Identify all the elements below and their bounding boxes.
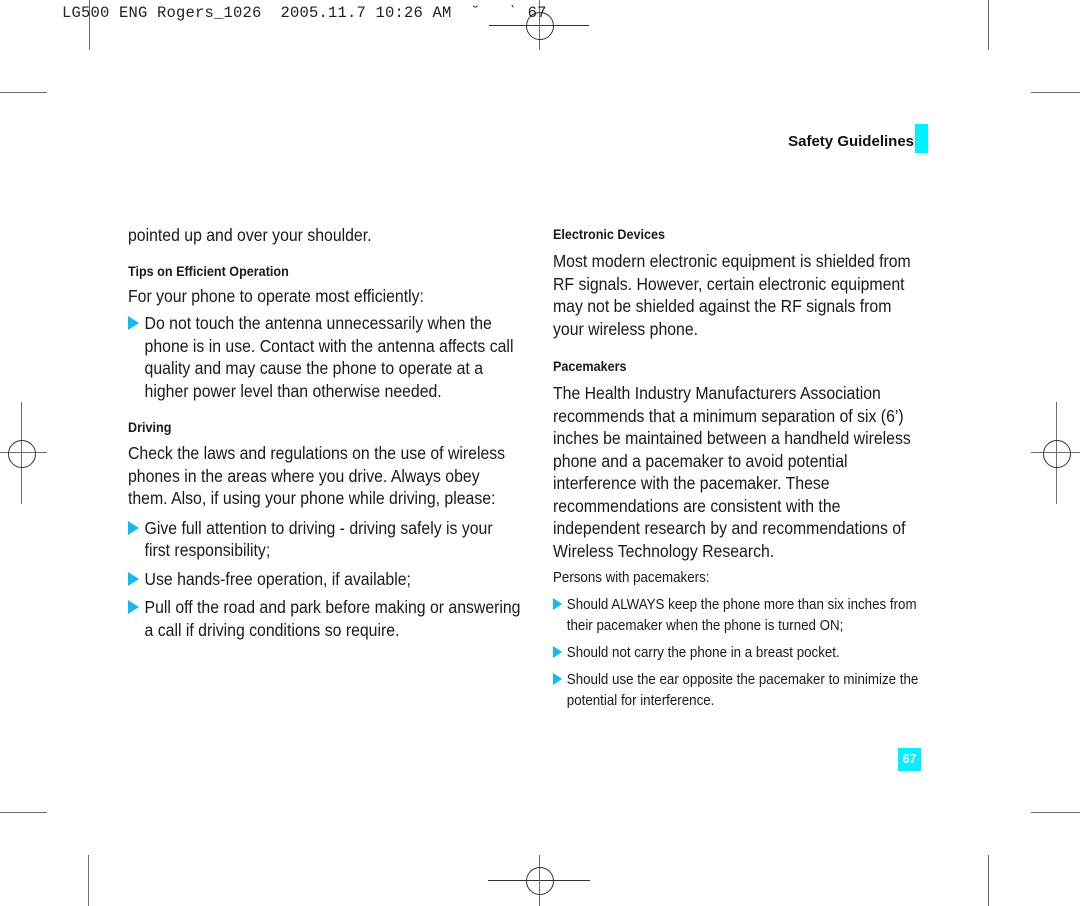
section-title: Safety Guidelines <box>788 133 914 150</box>
driving-bullet-text: Pull off the road and park before making… <box>144 597 521 640</box>
driving-bullet: Use hands-free operation, if available; <box>128 568 522 591</box>
intro-text: pointed up and over your shoulder. <box>128 225 372 245</box>
crop-mark-top-right-vertical <box>988 0 990 50</box>
pacemakers-body: The Health Industry Manufacturers Associ… <box>553 383 911 561</box>
bullet-triangle-icon <box>553 598 563 610</box>
crop-mark-bottom-left-vertical <box>88 855 90 906</box>
pacemaker-bullet: Should ALWAYS keep the phone more than s… <box>553 595 926 637</box>
right-column: Electronic Devices Most modern electroni… <box>553 226 933 712</box>
persons-with-pacemakers-label: Persons with pacemakers: <box>553 570 710 586</box>
crop-mark-bottom-right-vertical <box>988 855 990 906</box>
driving-bullet: Give full attention to driving - driving… <box>128 517 522 562</box>
print-slug: LG500 ENG Rogers_1026 2005.11.7 10:26 AM… <box>62 4 547 22</box>
registration-right-circle <box>1043 440 1071 468</box>
driving-bullet-text: Use hands-free operation, if available; <box>144 568 411 589</box>
pacemakers-heading: Pacemakers <box>553 358 627 374</box>
electronic-devices-heading: Electronic Devices <box>553 226 666 242</box>
bullet-triangle-icon <box>128 571 140 586</box>
tips-heading: Tips on Efficient Operation <box>128 262 289 279</box>
registration-bottom-circle <box>526 867 554 895</box>
bullet-triangle-icon <box>128 520 140 535</box>
page-number: 67 <box>898 748 921 771</box>
driving-heading: Driving <box>128 419 172 435</box>
pacemaker-bullet: Should not carry the phone in a breast p… <box>553 643 926 664</box>
left-column: pointed up and over your shoulder. Tips … <box>128 224 520 641</box>
bullet-triangle-icon <box>553 673 563 685</box>
crop-mark-bottom-right-horizontal <box>1031 812 1080 814</box>
pacemaker-bullet: Should use the ear opposite the pacemake… <box>553 670 926 712</box>
pacemaker-bullet-text: Should ALWAYS keep the phone more than s… <box>566 597 917 634</box>
driving-lead: Check the laws and regulations on the us… <box>128 443 506 508</box>
pacemaker-bullet-text: Should not carry the phone in a breast p… <box>566 645 840 661</box>
crop-mark-top-right-horizontal <box>1031 92 1080 94</box>
section-tab-marker <box>915 124 928 153</box>
electronic-devices-body: Most modern electronic equipment is shie… <box>553 251 911 339</box>
bullet-triangle-icon <box>128 316 140 330</box>
bullet-triangle-icon <box>128 600 140 614</box>
tips-bullet: Do not touch the antenna unnecessarily w… <box>128 312 522 402</box>
registration-left-circle <box>8 440 36 468</box>
tips-bullet-text: Do not touch the antenna unnecessarily w… <box>144 313 514 401</box>
pacemaker-bullet-text: Should use the ear opposite the pacemake… <box>566 672 919 709</box>
driving-bullet-text: Give full attention to driving - driving… <box>144 517 493 561</box>
tips-lead: For your phone to operate most efficient… <box>128 285 424 306</box>
crop-mark-bottom-left-horizontal <box>0 812 47 814</box>
driving-bullet: Pull off the road and park before making… <box>128 596 522 641</box>
bullet-triangle-icon <box>553 646 563 658</box>
crop-mark-top-left-horizontal <box>0 92 47 94</box>
